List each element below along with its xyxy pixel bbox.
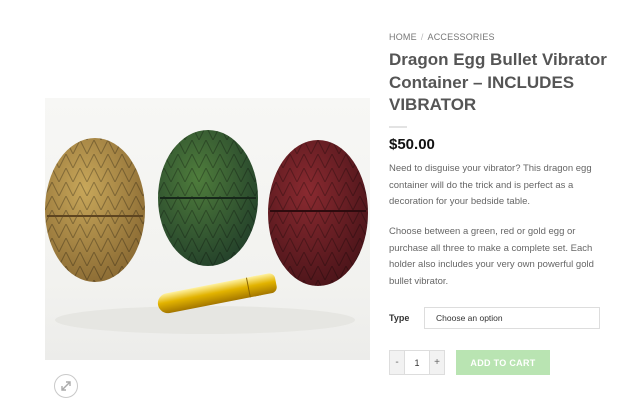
breadcrumb-accessories[interactable]: ACCESSORIES xyxy=(428,32,495,42)
zoom-button[interactable] xyxy=(54,374,78,398)
breadcrumb-separator: / xyxy=(420,32,424,42)
breadcrumb-home[interactable]: HOME xyxy=(389,32,417,42)
title-divider xyxy=(389,126,407,128)
product-title: Dragon Egg Bullet Vibrator Container – I… xyxy=(389,50,607,114)
breadcrumb: HOME / ACCESSORIES xyxy=(389,32,495,42)
type-select[interactable]: Choose an option xyxy=(424,307,600,329)
red-egg xyxy=(268,140,368,286)
product-gallery xyxy=(0,0,370,404)
quantity-plus-button[interactable]: + xyxy=(430,351,444,374)
quantity-minus-button[interactable]: - xyxy=(390,351,404,374)
add-to-cart-button[interactable]: ADD TO CART xyxy=(456,350,550,375)
quantity-stepper: - 1 + xyxy=(389,350,445,375)
zoom-expand-icon xyxy=(61,381,71,391)
product-price: $50.00 xyxy=(389,136,435,153)
variation-label: Type xyxy=(389,313,410,323)
dragon-eggs-illustration xyxy=(45,130,368,334)
product-description-1: Need to disguise your vibrator? This dra… xyxy=(389,163,592,207)
gold-egg xyxy=(45,138,145,282)
green-egg xyxy=(158,130,258,266)
product-image[interactable] xyxy=(45,98,370,360)
quantity-input[interactable]: 1 xyxy=(404,351,430,374)
product-description-2: Choose between a green, red or gold egg … xyxy=(389,226,594,287)
